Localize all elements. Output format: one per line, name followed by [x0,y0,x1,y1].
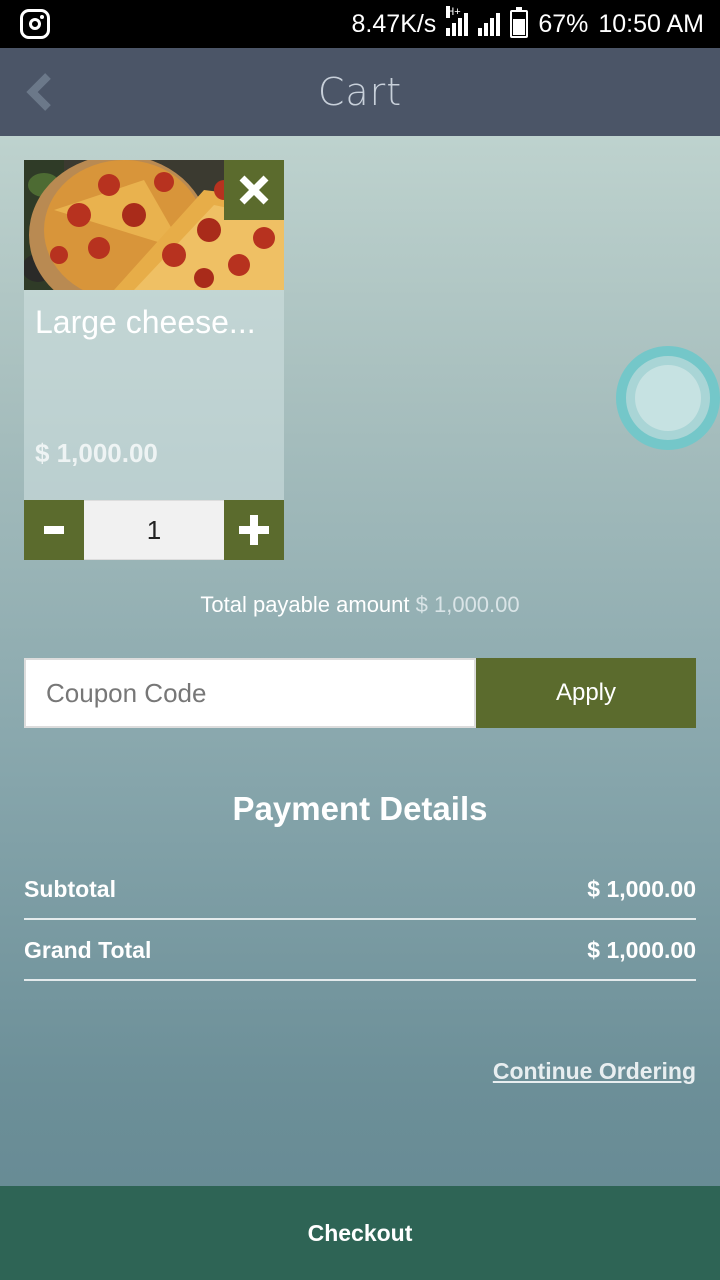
continue-ordering-link[interactable]: Continue Ordering [493,1058,696,1085]
total-payable: Total payable amount $ 1,000.00 [0,592,720,618]
floating-assistive-button[interactable] [616,346,720,450]
grand-total-value: $ 1,000.00 [587,936,696,963]
signal-icon: H+ [446,6,501,36]
grand-total-label: Grand Total [24,936,152,963]
payment-details-title: Payment Details [232,790,488,827]
plus-icon [239,515,269,545]
grand-total-row: Grand Total $ 1,000.00 [24,921,696,981]
remove-item-button[interactable] [224,160,284,220]
minus-icon [44,526,64,534]
floating-button-inner [635,365,701,431]
product-price: $ 1,000.00 [35,438,158,468]
cart-item-card: Large cheese... $ 1,000.00 1 [24,160,284,560]
increment-button[interactable] [224,500,284,560]
pepperoni-pizza-image [24,160,284,290]
subtotal-value: $ 1,000.00 [587,875,696,902]
chevron-left-icon [26,73,51,111]
total-label: Total payable amount [200,592,410,617]
quantity-value[interactable]: 1 [84,500,224,560]
coupon-code-input[interactable] [24,658,476,728]
battery-icon [510,7,529,38]
subtotal-label: Subtotal [24,875,116,902]
page-title: Cart [317,70,403,114]
status-left [20,9,50,39]
checkout-button[interactable]: Checkout [0,1186,720,1280]
cart-item-body: Large cheese... $ 1,000.00 [24,290,284,500]
close-icon [239,175,269,205]
network-type: H+ [446,6,461,18]
apply-coupon-button[interactable]: Apply [476,658,696,728]
product-name: Large cheese... [35,304,256,340]
total-amount: $ 1,000.00 [415,592,520,617]
status-bar: 8.47K/s H+ 67% 10:50 AM [0,0,720,48]
back-button[interactable] [22,70,62,114]
app-bar: Cart [0,48,720,136]
quantity-stepper: 1 [24,500,284,560]
coupon-row: Apply [24,658,696,728]
status-right: 8.47K/s H+ 67% 10:50 AM [351,6,704,39]
subtotal-row: Subtotal $ 1,000.00 [24,860,696,920]
clock: 10:50 AM [598,9,704,38]
battery-percent: 67% [538,9,589,38]
decrement-button[interactable] [24,500,84,560]
network-speed: 8.47K/s [351,9,437,38]
instagram-icon [20,9,50,39]
